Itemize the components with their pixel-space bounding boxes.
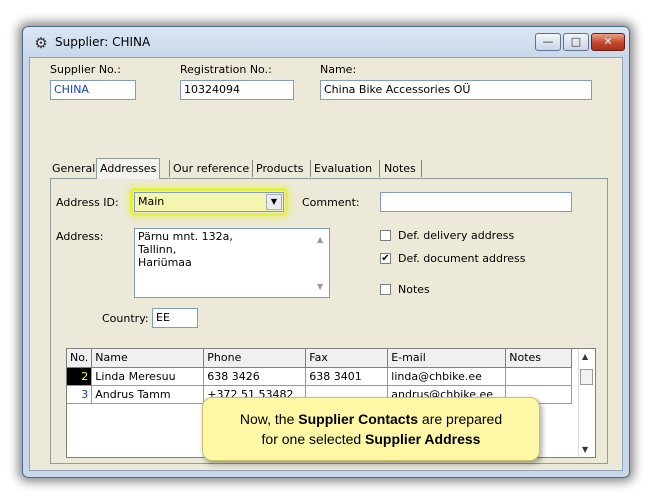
tab-separator — [310, 160, 311, 177]
tab-our-reference[interactable]: Our reference — [173, 160, 249, 178]
callout-bold-text: Supplier Address — [365, 431, 481, 447]
address-id-value: Main — [138, 195, 165, 208]
registration-no-label: Registration No.: — [180, 63, 272, 76]
checkbox-box[interactable]: ✔ — [380, 253, 391, 264]
scroll-up-icon[interactable]: ▲ — [317, 233, 323, 246]
address-scrollbar[interactable]: ▲ ▼ — [313, 229, 329, 297]
name-field[interactable]: China Bike Accessories OÜ — [320, 80, 592, 100]
column-header-email[interactable]: E-mail — [387, 349, 507, 368]
address-line-1: Pärnu mnt. 132a, — [138, 230, 233, 243]
row-name-cell[interactable]: Andrus Tamm — [91, 385, 205, 404]
column-header-name[interactable]: Name — [91, 349, 205, 368]
tab-evaluation[interactable]: Evaluation — [314, 160, 372, 178]
row-notes-cell[interactable] — [505, 367, 573, 386]
minimize-button[interactable]: — — [535, 33, 561, 51]
table-row[interactable]: 2 Linda Meresuu 638 3426 638 3401 linda@… — [67, 367, 573, 386]
scroll-down-icon[interactable]: ▼ — [582, 445, 588, 454]
column-header-phone[interactable]: Phone — [203, 349, 307, 368]
column-header-fax[interactable]: Fax — [305, 349, 389, 368]
callout-text: for one selected — [261, 431, 366, 447]
callout-bold-text: Supplier Contacts — [298, 411, 419, 427]
callout-text: Now, the — [239, 411, 299, 427]
row-no-cell[interactable]: 2 — [67, 367, 93, 386]
address-id-dropdown[interactable]: Main ▼ — [134, 192, 284, 212]
grid-vertical-scrollbar[interactable]: ▲ ▼ — [578, 349, 595, 457]
checkbox-box[interactable] — [380, 284, 391, 295]
address-line-3: Hariümaa — [138, 256, 192, 269]
close-button[interactable]: ✕ — [591, 33, 625, 51]
address-line-2: Tallinn, — [138, 243, 177, 256]
tab-separator — [169, 160, 170, 177]
country-label: Country: — [102, 312, 149, 325]
address-id-label: Address ID: — [56, 196, 119, 209]
supplier-no-label: Supplier No.: — [50, 63, 121, 76]
tab-separator — [421, 160, 422, 177]
column-header-notes[interactable]: Notes — [505, 349, 573, 368]
window-title: Supplier: CHINA — [55, 35, 151, 49]
registration-no-field[interactable]: 10324094 — [180, 80, 294, 100]
scroll-down-icon[interactable]: ▼ — [317, 280, 323, 293]
supplier-no-field[interactable]: CHINA — [50, 80, 136, 100]
address-textarea[interactable]: Pärnu mnt. 132a, Tallinn, Hariümaa ▲ ▼ — [134, 228, 330, 298]
checkbox-box[interactable] — [380, 230, 391, 241]
title-bar[interactable]: ⚙ Supplier: CHINA — □ ✕ — [23, 27, 629, 57]
row-name-cell[interactable]: Linda Meresuu — [91, 367, 205, 386]
column-header-no[interactable]: No. — [67, 349, 93, 368]
contacts-table: No. Name Phone Fax E-mail Notes 2 Linda … — [67, 349, 573, 404]
notes-checkbox-label: Notes — [398, 283, 430, 296]
table-header-row: No. Name Phone Fax E-mail Notes — [67, 349, 573, 368]
comment-label: Comment: — [302, 196, 360, 209]
tab-products[interactable]: Products — [256, 160, 304, 178]
tab-general[interactable]: General — [52, 160, 95, 178]
tab-addresses[interactable]: Addresses — [96, 158, 161, 179]
scrollbar-thumb[interactable] — [580, 369, 593, 385]
def-document-address-label: Def. document address — [398, 252, 526, 265]
callout-text: are prepared — [418, 411, 503, 427]
maximize-button[interactable]: □ — [563, 33, 589, 51]
callout-line-2: for one selected Supplier Address — [203, 429, 539, 449]
row-phone-cell[interactable]: 638 3426 — [203, 367, 307, 386]
tab-notes[interactable]: Notes — [384, 160, 416, 178]
tab-separator — [252, 160, 253, 177]
name-label: Name: — [320, 63, 357, 76]
row-no-cell[interactable]: 3 — [67, 385, 93, 404]
country-field[interactable]: EE — [152, 308, 198, 328]
def-delivery-address-label: Def. delivery address — [398, 229, 515, 242]
address-label: Address: — [56, 230, 104, 243]
tab-separator — [379, 160, 380, 177]
callout-line-1: Now, the Supplier Contacts are prepared — [203, 409, 539, 429]
gear-icon[interactable]: ⚙ — [33, 35, 49, 51]
chevron-down-icon[interactable]: ▼ — [266, 194, 282, 210]
comment-field[interactable] — [380, 192, 572, 212]
info-callout: Now, the Supplier Contacts are prepared … — [202, 397, 540, 461]
row-email-cell[interactable]: linda@chbike.ee — [387, 367, 507, 386]
row-fax-cell[interactable]: 638 3401 — [305, 367, 389, 386]
scroll-up-icon[interactable]: ▲ — [582, 352, 588, 361]
